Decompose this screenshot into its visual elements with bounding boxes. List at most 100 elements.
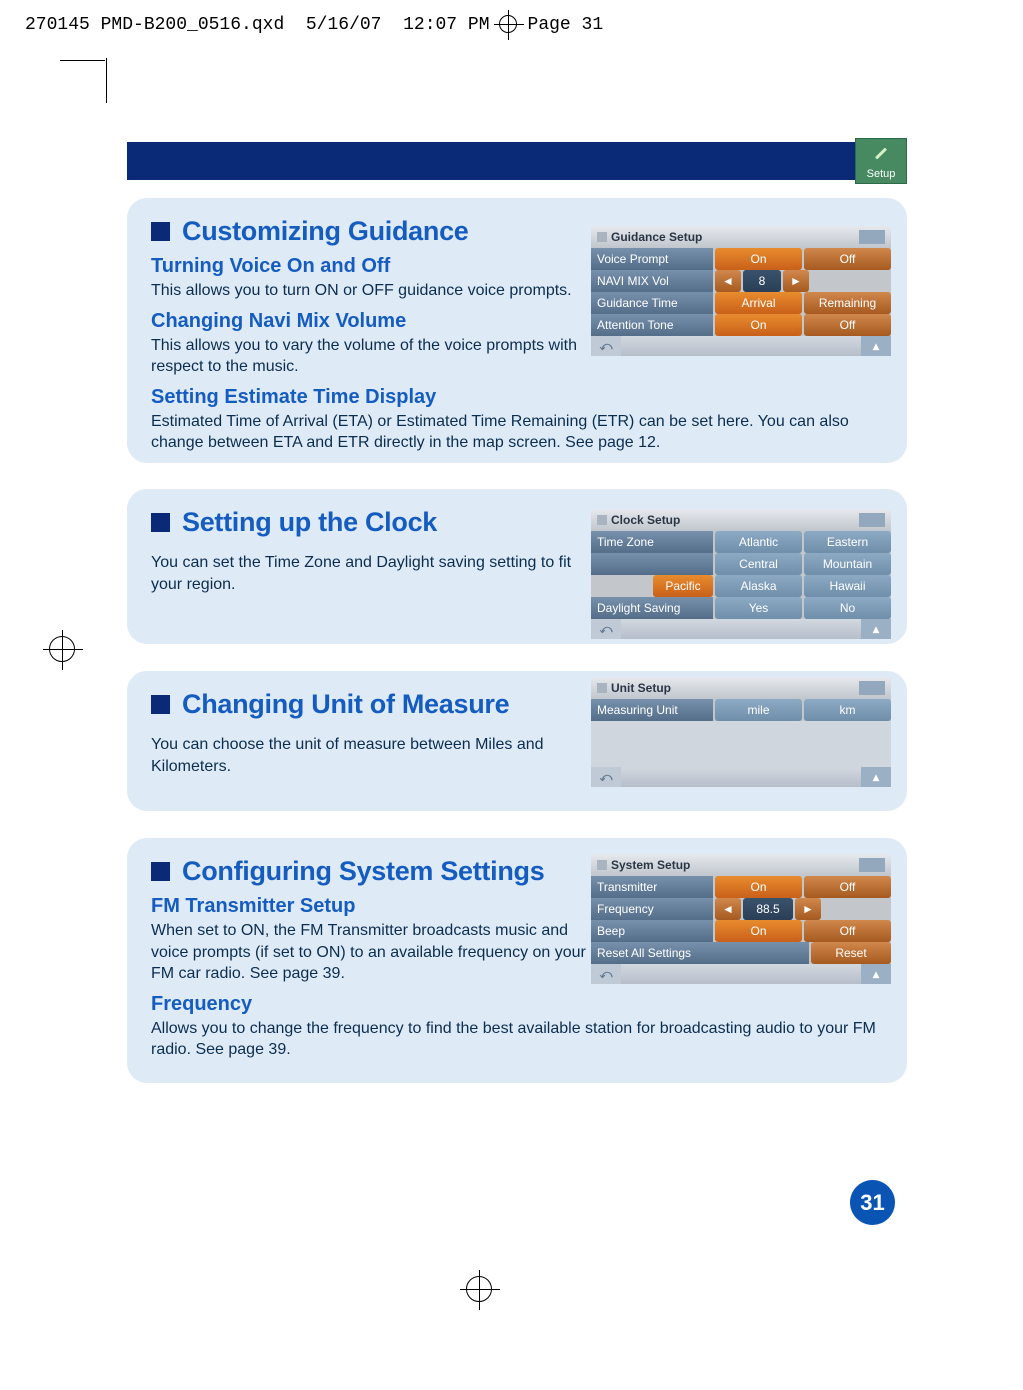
wrench-icon	[597, 860, 607, 870]
square-bullet-icon	[151, 513, 170, 532]
up-button[interactable]: ▴	[861, 964, 891, 984]
window-titlebar: System Setup	[591, 854, 891, 876]
row-label: Guidance Time	[591, 292, 713, 314]
increase-button[interactable]: ►	[783, 270, 809, 292]
system-setup-screenshot: System Setup Transmitter On Off Frequenc…	[591, 854, 891, 984]
subheading-fm-transmitter: FM Transmitter Setup	[151, 895, 586, 918]
print-job-header: 270145 PMD-B200_0516.qxd 5/16/07 12:07 P…	[25, 10, 603, 40]
back-button[interactable]: ⤺	[591, 767, 621, 787]
tz-eastern-button[interactable]: Eastern	[804, 531, 891, 553]
row-label: Frequency	[591, 898, 713, 920]
titlebar-right-icon	[859, 681, 885, 695]
frequency-value: 88.5	[743, 898, 793, 920]
window-titlebar: Unit Setup	[591, 677, 891, 699]
option-arrival-button[interactable]: Arrival	[715, 292, 802, 314]
window-title: Clock Setup	[611, 513, 680, 527]
decrease-button[interactable]: ◄	[715, 270, 741, 292]
clock-setup-screenshot: Clock Setup Time Zone Atlantic Eastern C…	[591, 509, 891, 639]
unit-km-button[interactable]: km	[804, 699, 891, 721]
wrench-icon	[874, 147, 888, 161]
tz-alaska-button[interactable]: Alaska	[715, 575, 802, 597]
print-time: 12:07 PM	[403, 15, 489, 35]
registration-mark-icon	[43, 630, 83, 670]
row-label: Time Zone	[591, 531, 713, 553]
wrench-icon	[597, 515, 607, 525]
body-text: You can set the Time Zone and Daylight s…	[151, 552, 586, 595]
back-button[interactable]: ⤺	[591, 619, 621, 639]
navi-mix-value: 8	[743, 270, 781, 292]
window-title: Unit Setup	[611, 681, 671, 695]
unit-setup-screenshot: Unit Setup Measuring Unit mile km ⤺ ▴	[591, 677, 891, 787]
up-button[interactable]: ▴	[861, 767, 891, 787]
daylight-no-button[interactable]: No	[804, 597, 891, 619]
up-button[interactable]: ▴	[861, 619, 891, 639]
page-number: 31	[860, 1190, 884, 1216]
option-on-button[interactable]: On	[715, 248, 802, 270]
body-text: Estimated Time of Arrival (ETA) or Estim…	[151, 411, 883, 454]
square-bullet-icon	[151, 862, 170, 881]
body-text: You can choose the unit of measure betwe…	[151, 734, 586, 777]
print-filename: 270145 PMD-B200_0516.qxd	[25, 15, 284, 35]
page-number-badge: 31	[850, 1180, 895, 1225]
beep-on-button[interactable]: On	[715, 920, 802, 942]
subheading-estimate-time: Setting Estimate Time Display	[151, 386, 883, 409]
unit-mile-button[interactable]: mile	[715, 699, 802, 721]
guidance-setup-screenshot: Guidance Setup Voice Prompt On Off NAVI …	[591, 226, 891, 356]
window-titlebar: Clock Setup	[591, 509, 891, 531]
row-label: Measuring Unit	[591, 699, 713, 721]
option-off-button[interactable]: Off	[804, 314, 891, 336]
print-page-word: Page	[528, 15, 571, 35]
square-bullet-icon	[151, 222, 170, 241]
setup-label: Setup	[867, 168, 896, 180]
back-button[interactable]: ⤺	[591, 964, 621, 984]
up-button[interactable]: ▴	[861, 336, 891, 356]
beep-off-button[interactable]: Off	[804, 920, 891, 942]
transmitter-off-button[interactable]: Off	[804, 876, 891, 898]
daylight-yes-button[interactable]: Yes	[715, 597, 802, 619]
section-system-settings: Configuring System Settings FM Transmitt…	[127, 838, 907, 1083]
empty-area	[591, 721, 891, 767]
tz-pacific-button[interactable]: Pacific	[653, 575, 713, 597]
option-on-button[interactable]: On	[715, 314, 802, 336]
transmitter-on-button[interactable]: On	[715, 876, 802, 898]
setup-badge: Setup	[855, 138, 907, 184]
print-page-number: 31	[582, 15, 604, 35]
body-text: Allows you to change the frequency to fi…	[151, 1018, 883, 1061]
row-label: Reset All Settings	[591, 942, 809, 964]
section-title: Changing Unit of Measure	[182, 689, 509, 720]
print-date: 5/16/07	[306, 15, 382, 35]
row-label: NAVI MIX Vol	[591, 270, 713, 292]
subheading-navi-mix: Changing Navi Mix Volume	[151, 310, 591, 333]
body-text: When set to ON, the FM Transmitter broad…	[151, 920, 586, 985]
section-title: Customizing Guidance	[182, 216, 469, 247]
row-label: Beep	[591, 920, 713, 942]
page-header-band: Setup	[127, 142, 907, 180]
crop-mark	[106, 58, 107, 103]
window-title: System Setup	[611, 858, 690, 872]
option-remaining-button[interactable]: Remaining	[804, 292, 891, 314]
section-unit-of-measure: Changing Unit of Measure You can choose …	[127, 671, 907, 811]
option-off-button[interactable]: Off	[804, 248, 891, 270]
tz-atlantic-button[interactable]: Atlantic	[715, 531, 802, 553]
subheading-frequency: Frequency	[151, 993, 883, 1016]
reset-button[interactable]: Reset	[811, 942, 891, 964]
tz-central-button[interactable]: Central	[715, 553, 802, 575]
row-label-empty	[591, 553, 713, 575]
row-label: Attention Tone	[591, 314, 713, 336]
row-label-empty	[591, 575, 651, 597]
square-bullet-icon	[151, 695, 170, 714]
row-label: Voice Prompt	[591, 248, 713, 270]
registration-mark-icon	[494, 10, 524, 40]
crop-mark	[60, 60, 105, 61]
freq-increase-button[interactable]: ►	[795, 898, 821, 920]
subheading-voice-on-off: Turning Voice On and Off	[151, 255, 591, 278]
body-text: This allows you to turn ON or OFF guidan…	[151, 280, 591, 302]
tz-mountain-button[interactable]: Mountain	[804, 553, 891, 575]
back-button[interactable]: ⤺	[591, 336, 621, 356]
tz-hawaii-button[interactable]: Hawaii	[804, 575, 891, 597]
freq-decrease-button[interactable]: ◄	[715, 898, 741, 920]
window-title: Guidance Setup	[611, 230, 702, 244]
wrench-icon	[597, 232, 607, 242]
row-label: Transmitter	[591, 876, 713, 898]
section-title: Configuring System Settings	[182, 856, 544, 887]
